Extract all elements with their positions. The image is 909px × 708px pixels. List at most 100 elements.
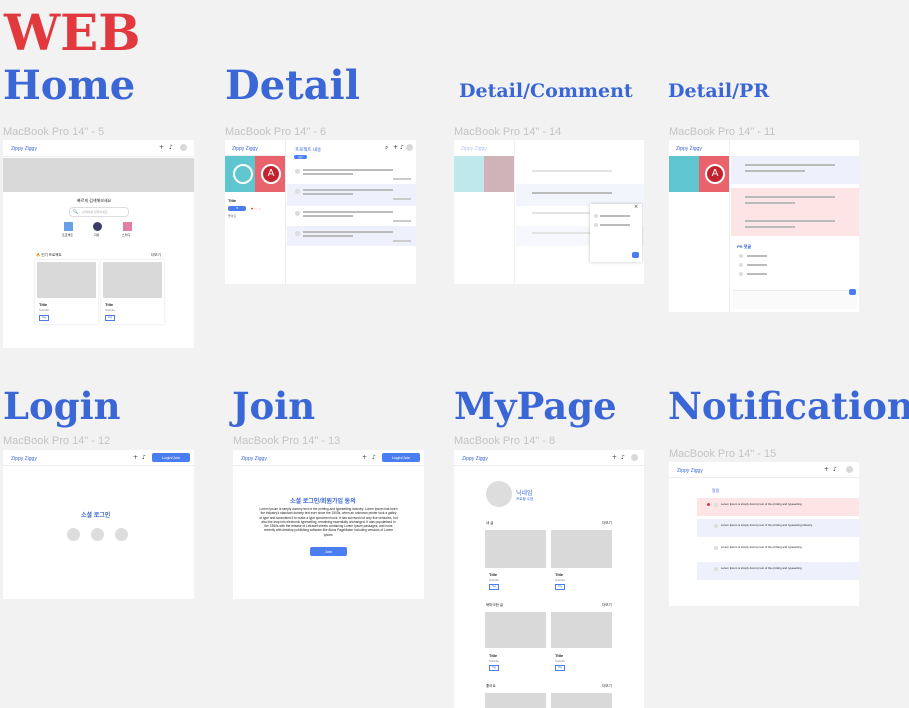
comment-item[interactable] (287, 164, 416, 184)
heading-login: Login (3, 384, 121, 428)
comment-popup[interactable]: × (590, 204, 642, 262)
notification-item[interactable]: Lorem Ipsum is simply dummy text of the … (697, 519, 859, 537)
bell-icon[interactable]: ♪ (169, 144, 173, 151)
login-join-button[interactable]: Login/Join (152, 453, 190, 462)
login-join-button[interactable]: Login/Join (382, 453, 420, 462)
terms-text: Lorem Ipsum is simply dummy text of the … (259, 507, 398, 537)
app-logo[interactable]: Zippy Ziggy (11, 146, 37, 152)
post-card[interactable]: Title Subtitle Tag (485, 530, 547, 590)
social-login-icon[interactable] (115, 528, 128, 541)
caption-login: MacBook Pro 14" - 12 (3, 435, 111, 447)
plus-icon[interactable]: + (612, 454, 617, 461)
notification-item[interactable]: Lorem Ipsum is simply dummy text of the … (697, 541, 859, 559)
pr-section-title: PR 댓글 (737, 244, 752, 249)
avatar[interactable] (631, 454, 638, 461)
app-logo[interactable]: Zippy Ziggy (677, 468, 703, 474)
app-logo[interactable]: Zippy Ziggy (462, 456, 488, 462)
pr-item[interactable] (731, 212, 859, 236)
bell-icon[interactable]: ♪ (621, 454, 625, 461)
more-link[interactable]: 더보기 (151, 253, 161, 258)
social-login-icon[interactable] (67, 528, 80, 541)
send-button[interactable] (632, 252, 639, 258)
project-title: Title (228, 198, 237, 203)
notification-section: 알림 (712, 488, 720, 493)
app-logo[interactable]: Zippy Ziggy (241, 456, 267, 462)
heading-notification: Notification (668, 384, 909, 428)
comment-item[interactable] (287, 226, 416, 246)
pr-input[interactable] (733, 290, 857, 309)
search-input[interactable]: 🔍 검색어를 입력하세요 (69, 207, 129, 217)
app-logo[interactable]: Zippy Ziggy (232, 146, 258, 152)
frame-detail-comment[interactable]: Zippy Ziggy × (454, 140, 644, 284)
plus-icon[interactable]: + (393, 144, 398, 151)
search-title: 빠르게 검색해보세요 (77, 198, 112, 203)
bell-icon[interactable]: ♪ (372, 454, 376, 461)
category-project-icon[interactable] (64, 222, 73, 231)
banner-image (3, 158, 194, 192)
notification-item[interactable]: Lorem Ipsum is simply dummy text of the … (697, 562, 859, 580)
plus-icon[interactable]: + (362, 454, 367, 461)
post-card-image[interactable] (551, 693, 612, 708)
login-title: 소셜 로그인 (81, 513, 111, 519)
comment-badge[interactable]: 댓글 (294, 155, 307, 159)
heading-join: Join (232, 384, 316, 428)
bell-icon[interactable]: ♪ (142, 454, 146, 461)
plus-icon[interactable]: + (159, 144, 164, 151)
join-button[interactable]: Join (310, 547, 347, 556)
plus-icon[interactable]: + (824, 466, 829, 473)
search-icon[interactable]: ⌕ (385, 144, 388, 152)
frame-join[interactable]: Zippy Ziggy + ♪ Login/Join 소셜 로그인/회원가입 동… (233, 450, 424, 599)
more-link[interactable]: 더보기 (602, 603, 612, 608)
pr-item[interactable] (731, 188, 859, 212)
heading-detail: Detail (225, 62, 360, 109)
frame-login[interactable]: Zippy Ziggy + ♪ Login/Join 소셜 로그인 (3, 450, 194, 599)
web-label: WEB (4, 3, 141, 62)
project-image: A (255, 156, 286, 192)
tab-project[interactable]: 프로젝트 내용 (295, 147, 321, 153)
avatar[interactable] (406, 144, 413, 151)
caption-notification: MacBook Pro 14" - 15 (669, 448, 777, 460)
close-icon[interactable]: × (634, 204, 638, 210)
category-label: 자유 (94, 233, 100, 237)
social-login-icon[interactable] (91, 528, 104, 541)
post-card[interactable]: Title Subtitle Tag (551, 530, 613, 590)
pr-item[interactable] (731, 156, 859, 184)
more-link[interactable]: 더보기 (602, 684, 612, 689)
notification-item[interactable]: Lorem Ipsum is simply dummy text of the … (697, 498, 859, 516)
profile-avatar[interactable] (486, 481, 512, 507)
app-logo[interactable]: Zippy Ziggy (461, 146, 487, 152)
bell-icon[interactable]: ♪ (400, 144, 404, 151)
app-logo[interactable]: Zippy Ziggy (676, 146, 702, 152)
frame-detail-pr[interactable]: Zippy Ziggy A PR 댓글 (669, 140, 859, 312)
edit-profile-link[interactable]: 프로필 수정 (516, 497, 533, 502)
avatar[interactable] (180, 144, 187, 151)
comment-item[interactable] (287, 184, 416, 206)
frame-detail[interactable]: Zippy Ziggy A Title ♥ ♥ ◌ ◌ 좋아요 프로젝트 내용 … (225, 140, 416, 284)
like-button[interactable]: ♥ (228, 206, 246, 211)
plus-icon[interactable]: + (133, 454, 138, 461)
post-card[interactable]: Title Subtitle Tag (551, 612, 613, 672)
avatar[interactable] (846, 466, 853, 473)
frame-mypage[interactable]: Zippy Ziggy + ♪ 닉네임 프로필 수정 내 글 더보기 Title… (454, 450, 644, 708)
section-title: 좋아요 (486, 684, 496, 688)
heart-icon[interactable]: ♥ ◌ ◌ (251, 206, 260, 211)
frame-notification[interactable]: Zippy Ziggy + ♪ 알림 Lorem Ipsum is simply… (669, 462, 859, 606)
caption-home: MacBook Pro 14" - 5 (3, 126, 105, 138)
post-card-image[interactable] (485, 693, 546, 708)
category-free-icon[interactable] (93, 222, 102, 231)
post-card[interactable]: Title Subtitle Tag (485, 612, 547, 672)
more-link[interactable]: 더보기 (602, 521, 612, 526)
join-title: 소셜 로그인/회원가입 동의 (290, 499, 356, 505)
heading-home: Home (3, 62, 136, 109)
category-study-icon[interactable] (123, 222, 132, 231)
send-button[interactable] (849, 289, 856, 295)
project-card[interactable]: Title Subtitle Tag (101, 260, 164, 324)
app-logo[interactable]: Zippy Ziggy (11, 456, 37, 462)
project-card[interactable]: Title Subtitle Tag (35, 260, 98, 324)
comment-item[interactable] (287, 206, 416, 226)
frame-home[interactable]: Zippy Ziggy + ♪ 빠르게 검색해보세요 🔍 검색어를 입력하세요 … (3, 140, 194, 348)
project-image (225, 156, 255, 192)
bell-icon[interactable]: ♪ (833, 466, 837, 473)
search-icon: 🔍 (73, 209, 78, 214)
heading-detail-comment: Detail/Comment (459, 80, 633, 102)
